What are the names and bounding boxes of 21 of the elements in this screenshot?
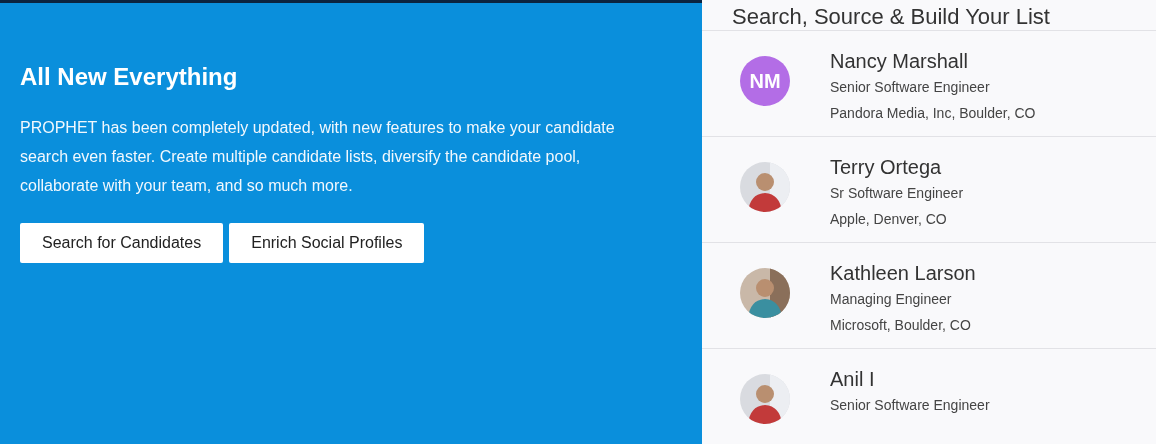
candidate-role: Senior Software Engineer — [830, 78, 991, 97]
candidate-role: Senior Software Engineer — [830, 396, 990, 415]
candidate-row[interactable]: Anil I Senior Software Engineer — [702, 349, 1156, 444]
promo-title: All New Everything — [20, 63, 239, 91]
candidate-company: Microsoft, Boulder, CO — [830, 316, 972, 335]
candidate-name: Anil I — [830, 367, 876, 392]
list-title: Search, Source & Build Your List — [702, 0, 1156, 31]
promo-text: PROPHET has been completely updated, with new features to make your candidate search even faster. Create multiple candidate lists, diversify the candidate pool, collaborate with your team, and so much more. — [20, 118, 616, 196]
candidate-name: Kathleen Larson — [830, 261, 976, 286]
candidate-row[interactable]: NM Nancy Marshall Senior Software Engineer Pandora Media, Inc, Boulder, CO — [702, 31, 1156, 137]
candidate-company: Apple, Denver, CO — [830, 210, 948, 229]
candidate-name: Nancy Marshall — [830, 49, 969, 74]
avatar-initials: NM — [740, 56, 790, 106]
candidate-row[interactable]: Kathleen Larson Managing Engineer Microsoft, Boulder, CO — [702, 243, 1156, 349]
candidate-row[interactable]: Terry Ortega Sr Software Engineer Apple, Denver, CO — [702, 137, 1156, 243]
candidate-role: Sr Software Engineer — [830, 184, 964, 203]
candidate-name: Terry Ortega — [830, 155, 943, 180]
candidate-role: Managing Engineer — [830, 290, 953, 309]
action-button[interactable]: Enrich Social Profiles — [229, 223, 425, 263]
action-button[interactable]: Search for Candidates — [20, 223, 224, 263]
candidate-company: Pandora Media, Inc, Boulder, CO — [830, 104, 1036, 123]
